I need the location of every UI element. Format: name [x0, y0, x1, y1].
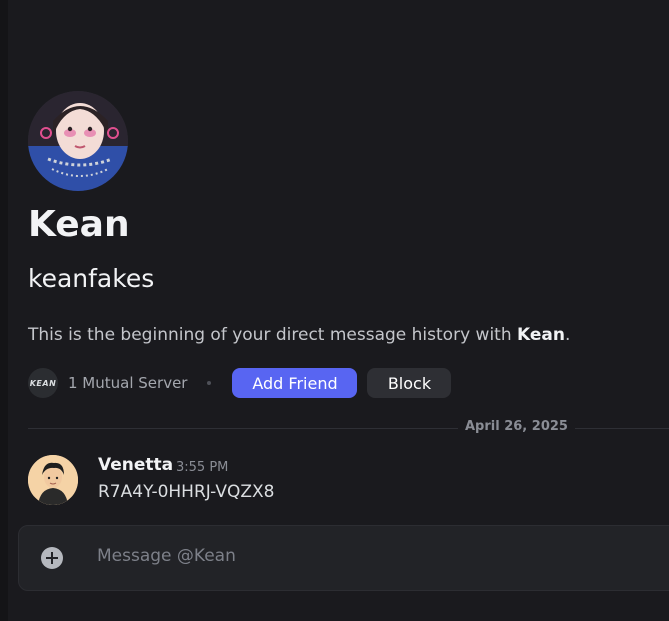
dm-intro-name: Kean [517, 325, 565, 345]
dm-intro-text: This is the beginning of your direct mes… [28, 322, 570, 348]
add-friend-button[interactable]: Add Friend [232, 368, 358, 398]
dm-channel-view: Kean keanfakes This is the beginning of … [0, 0, 669, 621]
profile-username: keanfakes [28, 264, 155, 293]
dm-intro-prefix: This is the beginning of your direct mes… [28, 325, 518, 345]
message-composer [18, 525, 669, 591]
separator-dot [207, 381, 212, 385]
mutual-server-icon-text: KEAN [29, 378, 57, 388]
message-author-avatar-image [28, 455, 78, 505]
profile-avatar-image [28, 91, 128, 191]
plus-circle-icon[interactable] [41, 547, 63, 569]
mutual-servers-link[interactable]: 1 Mutual Server [68, 374, 187, 392]
message-author-name[interactable]: Venetta [98, 455, 173, 475]
profile-avatar[interactable] [28, 91, 128, 191]
mutual-actions-row: KEAN 1 Mutual Server Add Friend Block [28, 368, 452, 398]
message-author-avatar[interactable] [28, 455, 78, 505]
message-content: R7A4Y-0HHRJ-VQZX8 [98, 482, 275, 502]
left-rail [0, 0, 8, 621]
message-timestamp: 3:55 PM [176, 460, 229, 475]
date-divider-label: April 26, 2025 [458, 419, 575, 434]
block-button[interactable]: Block [367, 368, 452, 398]
profile-display-name: Kean [28, 204, 130, 245]
message-input[interactable] [97, 546, 617, 566]
dm-intro-suffix: . [565, 325, 571, 345]
mutual-server-icon[interactable]: KEAN [28, 368, 58, 398]
